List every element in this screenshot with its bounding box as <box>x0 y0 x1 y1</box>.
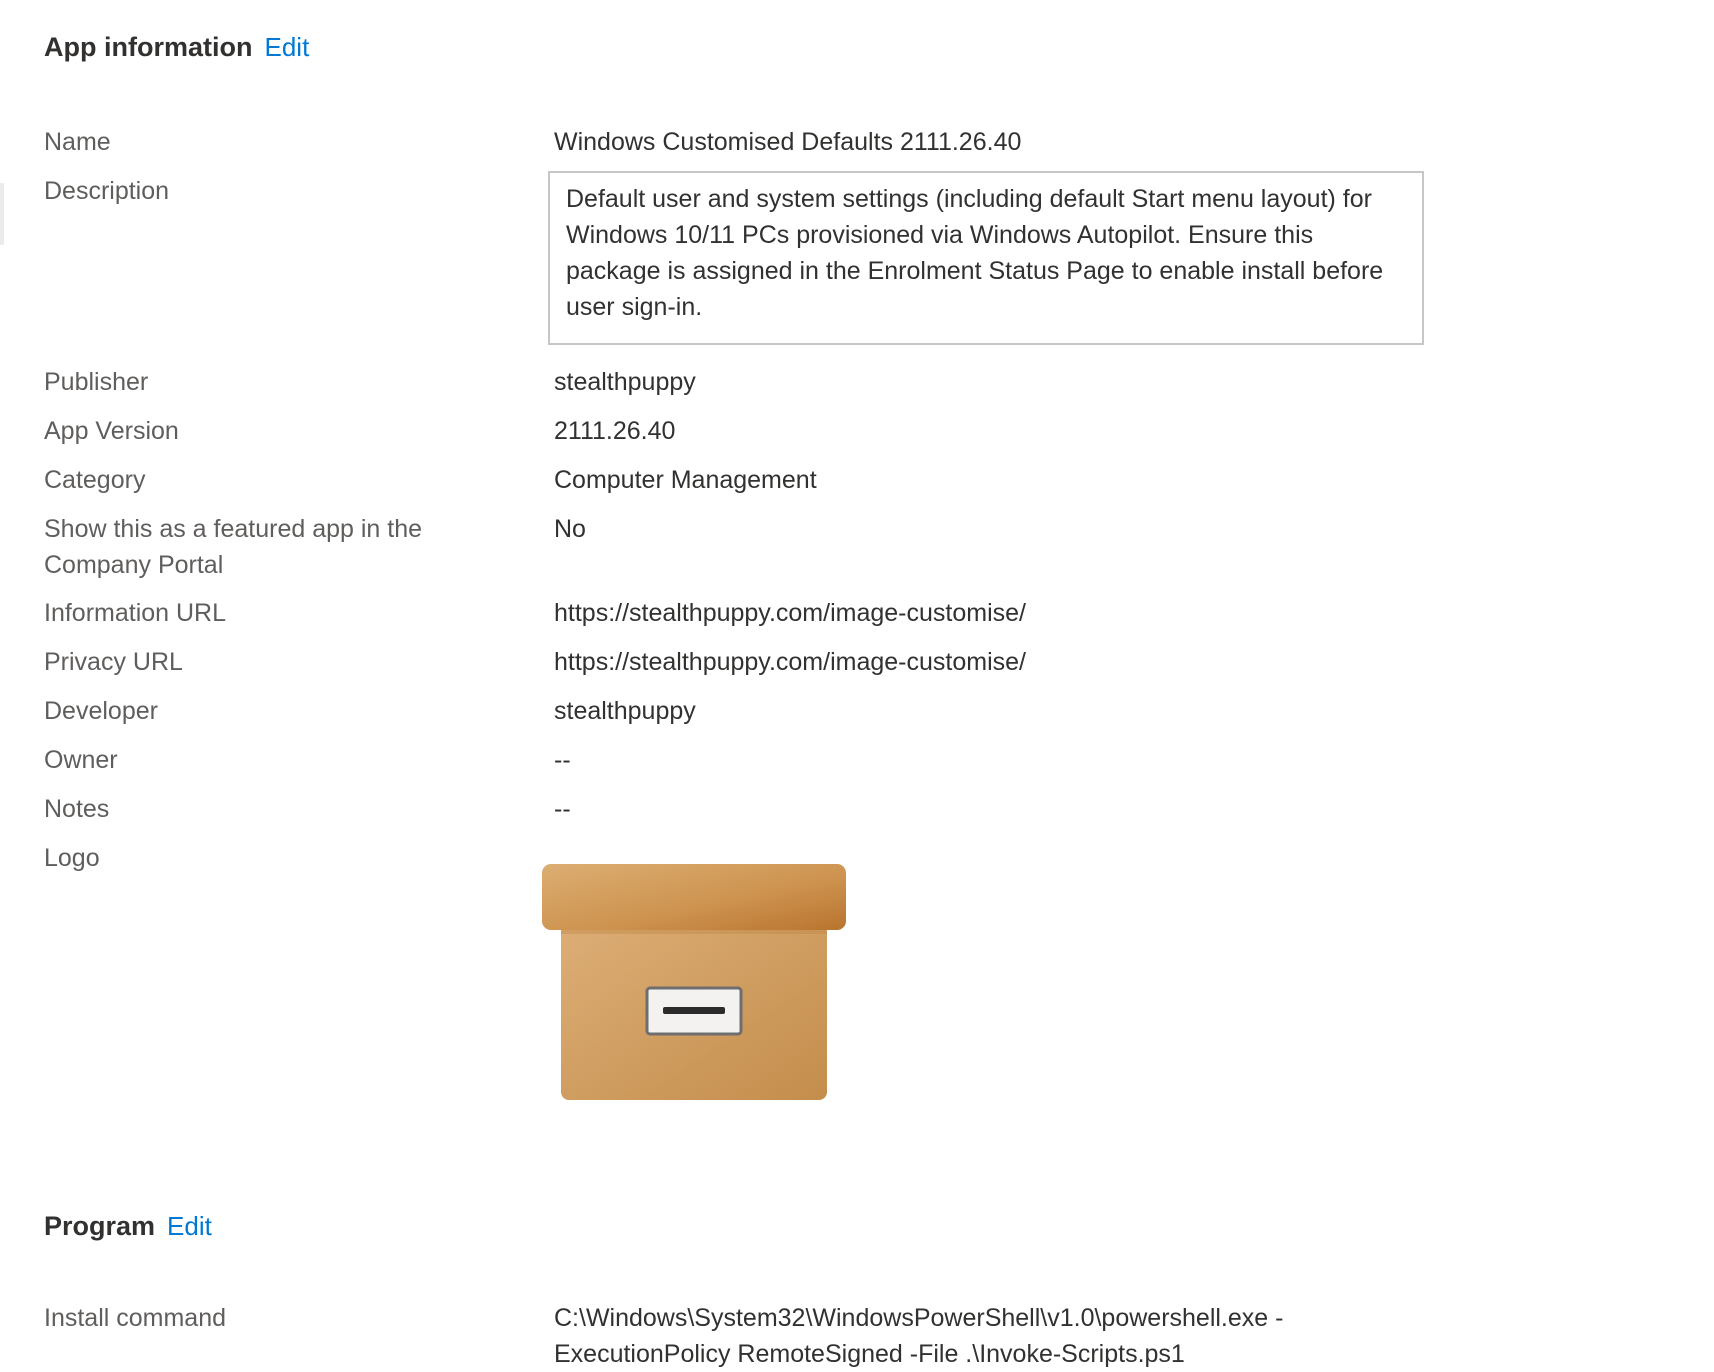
privacy-url-label: Privacy URL <box>44 648 183 676</box>
category-label: Category <box>44 466 146 494</box>
app-version-label: App Version <box>44 417 179 445</box>
name-value: Windows Customised Defaults 2111.26.40 <box>554 128 1022 156</box>
developer-label: Developer <box>44 697 158 725</box>
developer-value: stealthpuppy <box>554 697 696 725</box>
app-information-title: App information <box>44 32 253 62</box>
information-url-label: Information URL <box>44 599 227 627</box>
program-header: Program Edit <box>44 1211 212 1242</box>
app-version-value: 2111.26.40 <box>554 417 676 445</box>
panel-edge-indicator <box>0 183 4 245</box>
privacy-url-value: https://stealthpuppy.com/image-customise… <box>554 648 1026 676</box>
featured-app-label: Show this as a featured app in the Compa… <box>44 515 423 579</box>
program-title: Program <box>44 1211 156 1241</box>
logo-label: Logo <box>44 844 100 872</box>
owner-value: -- <box>554 746 571 774</box>
publisher-label: Publisher <box>44 368 149 396</box>
install-command-label: Install command <box>44 1304 227 1332</box>
description-value: Default user and system settings (includ… <box>548 171 1424 345</box>
publisher-value: stealthpuppy <box>554 368 696 396</box>
notes-label: Notes <box>44 795 110 823</box>
information-url-value: https://stealthpuppy.com/image-customise… <box>554 599 1026 627</box>
install-command-value: C:\Windows\System32\WindowsPowerShell\v1… <box>554 1304 1284 1368</box>
archive-box-icon <box>542 864 846 1102</box>
program-edit-link[interactable]: Edit <box>167 1211 212 1242</box>
app-information-header: App information Edit <box>44 32 309 63</box>
owner-label: Owner <box>44 746 118 774</box>
description-label: Description <box>44 177 170 205</box>
app-information-edit-link[interactable]: Edit <box>264 32 309 63</box>
category-value: Computer Management <box>554 466 817 494</box>
featured-app-value: No <box>554 515 586 543</box>
name-label: Name <box>44 128 111 156</box>
notes-value: -- <box>554 795 571 823</box>
